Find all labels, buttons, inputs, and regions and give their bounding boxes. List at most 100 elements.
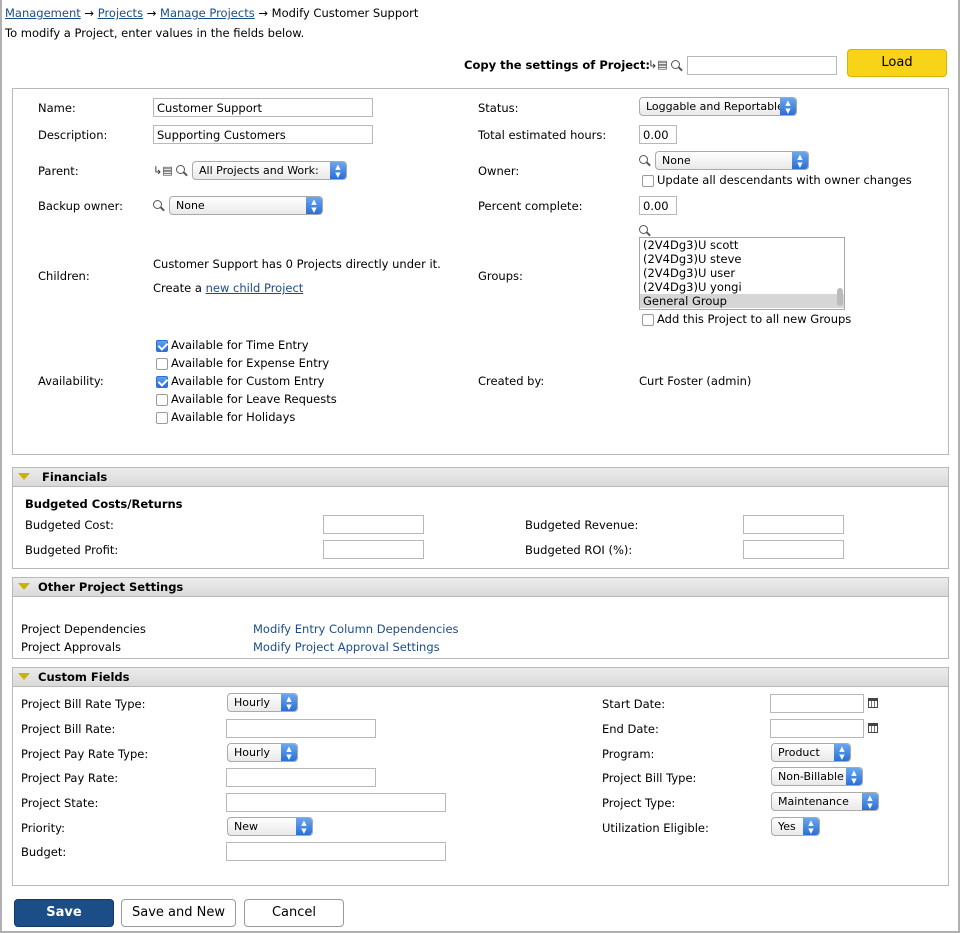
created-by-label: Created by: — [478, 374, 545, 388]
pay-rate-input[interactable] — [226, 768, 376, 787]
percent-complete-input[interactable]: 0.00 — [639, 196, 677, 215]
backup-owner-value: None — [176, 199, 205, 212]
update-descendants-checkbox[interactable] — [642, 175, 654, 187]
load-button[interactable]: Load — [847, 49, 947, 77]
group-option[interactable]: (2V4Dg3)U scott — [640, 238, 844, 252]
children-text: Customer Support has 0 Projects directly… — [153, 257, 441, 271]
pay-rate-type-select[interactable]: Hourly ▲ ▼ — [227, 743, 298, 762]
bill-rate-type-value: Hourly — [234, 696, 271, 709]
owner-select[interactable]: None ▲ ▼ — [655, 151, 809, 170]
other-settings-section-header[interactable]: Other Project Settings — [12, 577, 949, 597]
group-option-selected[interactable]: General Group — [640, 294, 844, 308]
breadcrumb-current: Modify Customer Support — [271, 6, 419, 20]
add-to-new-groups-label: Add this Project to all new Groups — [657, 312, 852, 326]
search-icon[interactable] — [639, 155, 648, 164]
priority-select[interactable]: New ▲ ▼ — [227, 817, 313, 836]
search-icon[interactable] — [153, 200, 162, 209]
custom-entry-checkbox[interactable] — [156, 376, 168, 388]
utilization-select[interactable]: Yes ▲ ▼ — [771, 817, 820, 836]
entry-column-dependencies-link[interactable]: Modify Entry Column Dependencies — [253, 622, 459, 636]
group-option[interactable]: (2V4Dg3)U steve — [640, 252, 844, 266]
tree-browse-icon[interactable]: ↳▤ — [153, 165, 173, 177]
parent-value: All Projects and Work: — [199, 164, 319, 177]
bill-rate-type-label: Project Bill Rate Type: — [21, 697, 146, 711]
start-date-label: Start Date: — [602, 697, 666, 711]
project-dependencies-label: Project Dependencies — [21, 622, 146, 636]
approval-settings-link[interactable]: Modify Project Approval Settings — [253, 640, 440, 654]
budgeted-revenue-label: Budgeted Revenue: — [525, 518, 639, 532]
listbox-scrollbar[interactable] — [837, 288, 843, 306]
project-type-select[interactable]: Maintenance ▲ ▼ — [771, 792, 879, 811]
copy-project-input[interactable] — [687, 56, 837, 75]
status-label: Status: — [478, 101, 519, 115]
groups-listbox[interactable]: (2V4Dg3)U scott (2V4Dg3)U steve (2V4Dg3)… — [639, 237, 845, 310]
budgeted-roi-input[interactable] — [743, 540, 844, 559]
chevron-updown-icon: ▲ ▼ — [281, 694, 297, 711]
save-button[interactable]: Save — [14, 899, 114, 927]
tree-browse-icon[interactable]: ↳▤ — [648, 59, 668, 71]
total-hours-label: Total estimated hours: — [478, 128, 607, 142]
create-prefix: Create a — [153, 281, 202, 295]
calendar-icon[interactable] — [868, 698, 878, 708]
cancel-button[interactable]: Cancel — [244, 899, 344, 927]
project-state-label: Project State: — [21, 796, 99, 810]
budgeted-revenue-input[interactable] — [743, 515, 844, 534]
group-option[interactable]: (2V4Dg3)U user — [640, 266, 844, 280]
budgeted-profit-input[interactable] — [323, 540, 424, 559]
status-value: Loggable and Reportable — [646, 100, 784, 113]
budgeted-cost-input[interactable] — [323, 515, 424, 534]
search-icon[interactable] — [639, 225, 648, 234]
priority-label: Priority: — [21, 821, 65, 835]
chevron-updown-icon: ▲ ▼ — [281, 744, 297, 761]
start-date-input[interactable] — [770, 694, 864, 713]
collapse-triangle-icon[interactable] — [18, 583, 30, 590]
financials-section-header[interactable]: Financials — [12, 467, 949, 487]
backup-owner-select[interactable]: None ▲ ▼ — [169, 196, 323, 215]
project-state-input[interactable] — [226, 793, 446, 812]
expense-entry-checkbox[interactable] — [156, 358, 168, 370]
breadcrumb-manage-projects[interactable]: Manage Projects — [160, 6, 255, 20]
holidays-checkbox[interactable] — [156, 412, 168, 424]
other-settings-title: Other Project Settings — [38, 580, 184, 594]
group-option[interactable]: (2V4Dg3)U yongi — [640, 280, 844, 294]
calendar-icon[interactable] — [868, 723, 878, 733]
availability-label: Availability: — [38, 374, 104, 388]
breadcrumb-separator: → — [84, 6, 95, 20]
collapse-triangle-icon[interactable] — [18, 473, 30, 480]
description-label: Description: — [38, 128, 108, 142]
bill-rate-type-select[interactable]: Hourly ▲ ▼ — [227, 693, 298, 712]
expense-entry-label: Available for Expense Entry — [171, 356, 330, 370]
bill-type-select[interactable]: Non-Billable ▲ ▼ — [771, 767, 863, 786]
update-descendants-label: Update all descendants with owner change… — [657, 173, 912, 187]
description-input[interactable]: Supporting Customers — [153, 125, 373, 144]
budgeted-roi-label: Budgeted ROI (%): — [525, 543, 633, 557]
breadcrumb-projects[interactable]: Projects — [98, 6, 143, 20]
add-to-new-groups-checkbox[interactable] — [642, 314, 654, 326]
utilization-value: Yes — [778, 820, 796, 833]
collapse-triangle-icon[interactable] — [18, 673, 30, 680]
status-select[interactable]: Loggable and Reportable ▲ ▼ — [639, 97, 797, 116]
leave-requests-label: Available for Leave Requests — [171, 392, 337, 406]
budgeted-cost-label: Budgeted Cost: — [25, 518, 114, 532]
search-icon[interactable] — [671, 60, 680, 69]
budget-input[interactable] — [226, 842, 446, 861]
time-entry-checkbox[interactable] — [156, 340, 168, 352]
percent-complete-label: Percent complete: — [478, 199, 583, 213]
end-date-label: End Date: — [602, 722, 659, 736]
search-icon[interactable] — [176, 165, 185, 174]
breadcrumb-management[interactable]: Management — [5, 6, 81, 20]
budgeted-subtitle: Budgeted Costs/Returns — [25, 497, 183, 511]
bill-rate-input[interactable] — [226, 719, 376, 738]
end-date-input[interactable] — [770, 719, 864, 738]
breadcrumb: Management → Projects → Manage Projects … — [5, 6, 418, 20]
program-select[interactable]: Product ▲ ▼ — [771, 743, 851, 762]
custom-fields-section-header[interactable]: Custom Fields — [12, 667, 949, 687]
holidays-label: Available for Holidays — [171, 410, 296, 424]
leave-requests-checkbox[interactable] — [156, 394, 168, 406]
parent-select[interactable]: All Projects and Work: ▲ ▼ — [192, 161, 347, 180]
save-and-new-button[interactable]: Save and New — [121, 899, 236, 927]
name-input[interactable]: Customer Support — [153, 98, 373, 117]
total-hours-input[interactable]: 0.00 — [639, 125, 677, 144]
other-settings-panel — [12, 596, 949, 659]
new-child-project-link[interactable]: new child Project — [206, 281, 304, 295]
